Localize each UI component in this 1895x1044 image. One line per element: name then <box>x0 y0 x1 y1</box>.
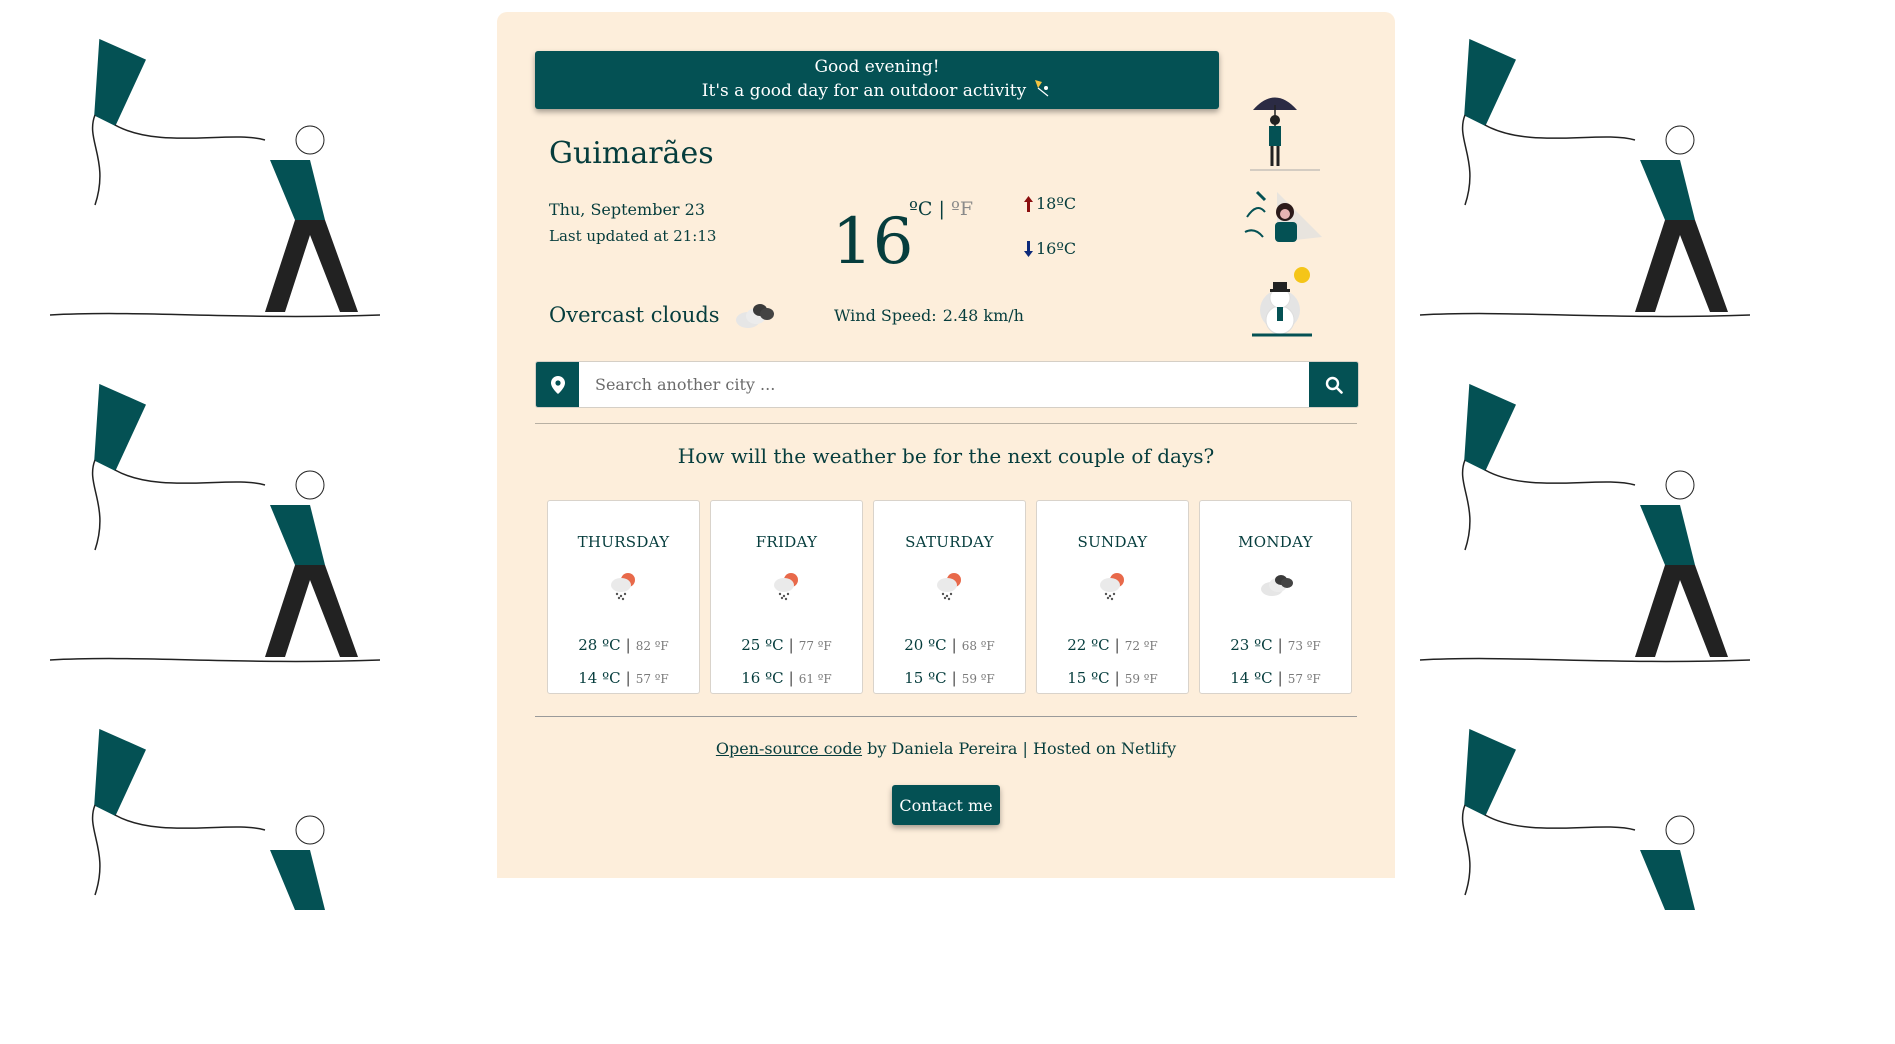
divider <box>535 423 1357 424</box>
footer-text: Open-source code by Daniela Pereira | Ho… <box>497 739 1395 758</box>
overcast-clouds-icon <box>1261 575 1293 596</box>
snowman-illustration <box>1252 267 1312 337</box>
forecast-max-c: 22 ºC <box>1067 636 1110 654</box>
forecast-day-card: FRIDAY 25 ºC | 77 ºF 16 ºC | 61 ºF <box>710 500 863 694</box>
forecast-max-f: 73 ºF <box>1287 639 1321 653</box>
kite-illustration <box>1410 355 1751 695</box>
celsius-link[interactable]: ºC <box>909 198 932 220</box>
divider <box>535 716 1357 717</box>
rain-sun-icon <box>1100 573 1124 601</box>
forecast-day-name: MONDAY <box>1238 533 1313 551</box>
forecast-max-f: 72 ºF <box>1124 639 1158 653</box>
forecast-max-c: 20 ºC <box>904 636 947 654</box>
unit-separator: | <box>938 198 945 220</box>
max-temperature-value: 18ºC <box>1036 194 1077 213</box>
city-search-input[interactable] <box>579 362 1309 407</box>
forecast-day-card: MONDAY 23 ºC | 73 ºF 14 ºC | 57 ºF <box>1199 500 1352 694</box>
overcast-clouds-icon <box>735 304 774 328</box>
greeting-line-1: Good evening! <box>814 57 940 77</box>
location-button[interactable] <box>536 362 579 407</box>
forecast-day-card: SATURDAY 20 ºC | 68 ºF 15 ºC | 59 ºF <box>873 500 1026 694</box>
forecast-list: THURSDAY 28 ºC | 82 ºF 14 ºC | 57 ºF FRIDAY … <box>547 500 1352 694</box>
search-button[interactable] <box>1309 362 1358 407</box>
forecast-min-f: 57 ºF <box>635 672 669 686</box>
rain-sun-icon <box>611 573 635 601</box>
forecast-min-f: 59 ºF <box>1124 672 1158 686</box>
forecast-min-c: 15 ºC <box>904 669 947 687</box>
weather-card: Good evening! It's a good day for an out… <box>497 12 1395 878</box>
greeting-banner: Good evening! It's a good day for an out… <box>535 51 1219 109</box>
greeting-line-2: It's a good day for an outdoor activity <box>701 81 1027 101</box>
forecast-day-card: THURSDAY 28 ºC | 82 ºF 14 ºC | 57 ºF <box>547 500 700 694</box>
rain-sun-icon <box>774 573 798 601</box>
kite-illustration <box>40 700 380 1040</box>
min-temperature: 16ºC <box>1024 239 1076 258</box>
arrow-up-icon <box>1024 195 1033 212</box>
forecast-day-name: FRIDAY <box>755 533 818 551</box>
forecast-title: How will the weather be for the next cou… <box>677 444 1215 468</box>
forecast-max-f: 82 ºF <box>635 639 669 653</box>
forecast-day-name: SUNDAY <box>1077 533 1148 551</box>
wind-speed: Wind Speed: 2.48 km/h <box>834 306 1024 325</box>
forecast-max-c: 23 ºC <box>1230 636 1273 654</box>
forecast-min-f: 57 ºF <box>1287 672 1321 686</box>
kite-illustration <box>1410 10 1751 350</box>
city-search-form <box>535 361 1359 408</box>
forecast-max-c: 25 ºC <box>741 636 784 654</box>
fahrenheit-link[interactable]: ºF <box>951 198 973 220</box>
min-temperature-value: 16ºC <box>1036 239 1077 258</box>
forecast-min-c: 16 ºC <box>741 669 784 687</box>
forecast-min-c: 14 ºC <box>1230 669 1273 687</box>
max-temperature: 18ºC <box>1024 194 1076 213</box>
forecast-min-c: 14 ºC <box>578 669 621 687</box>
location-pin-icon <box>550 375 565 394</box>
forecast-max-c: 28 ºC <box>578 636 621 654</box>
forecast-min-f: 61 ºF <box>798 672 832 686</box>
last-updated: Last updated at 21:13 <box>549 227 717 245</box>
forecast-max-f: 77 ºF <box>798 639 832 653</box>
footer-credits: by Daniela Pereira | Hosted on Netlify <box>862 739 1177 758</box>
forecast-min-f: 59 ºF <box>961 672 995 686</box>
wind-speed-value: 2.48 km/h <box>942 306 1024 325</box>
wind-illustration <box>1244 190 1322 242</box>
forecast-max-f: 68 ºF <box>961 639 995 653</box>
rain-sun-icon <box>937 573 961 601</box>
kite-illustration <box>40 10 381 350</box>
forecast-day-name: SATURDAY <box>905 533 994 551</box>
forecast-min-c: 15 ºC <box>1067 669 1110 687</box>
kite-icon <box>1032 78 1052 104</box>
wind-speed-label: Wind Speed: <box>834 306 937 325</box>
kite-illustration <box>1410 700 1750 1040</box>
unit-toggle: ºC | ºF <box>909 198 973 220</box>
arrow-down-icon <box>1024 240 1033 257</box>
weather-description-text: Overcast clouds <box>549 303 720 327</box>
current-date: Thu, September 23 <box>549 200 705 219</box>
contact-button[interactable]: Contact me <box>892 785 1000 825</box>
kite-illustration <box>40 355 381 695</box>
rain-umbrella-illustration <box>1250 97 1320 171</box>
forecast-day-card: SUNDAY 22 ºC | 72 ºF 15 ºC | 59 ºF <box>1036 500 1189 694</box>
weather-description: Overcast clouds <box>549 300 776 330</box>
current-temperature: 16 <box>832 205 914 279</box>
city-name: Guimarães <box>549 136 714 171</box>
forecast-day-name: THURSDAY <box>577 533 670 551</box>
search-icon <box>1325 376 1343 394</box>
open-source-link[interactable]: Open-source code <box>716 739 862 758</box>
